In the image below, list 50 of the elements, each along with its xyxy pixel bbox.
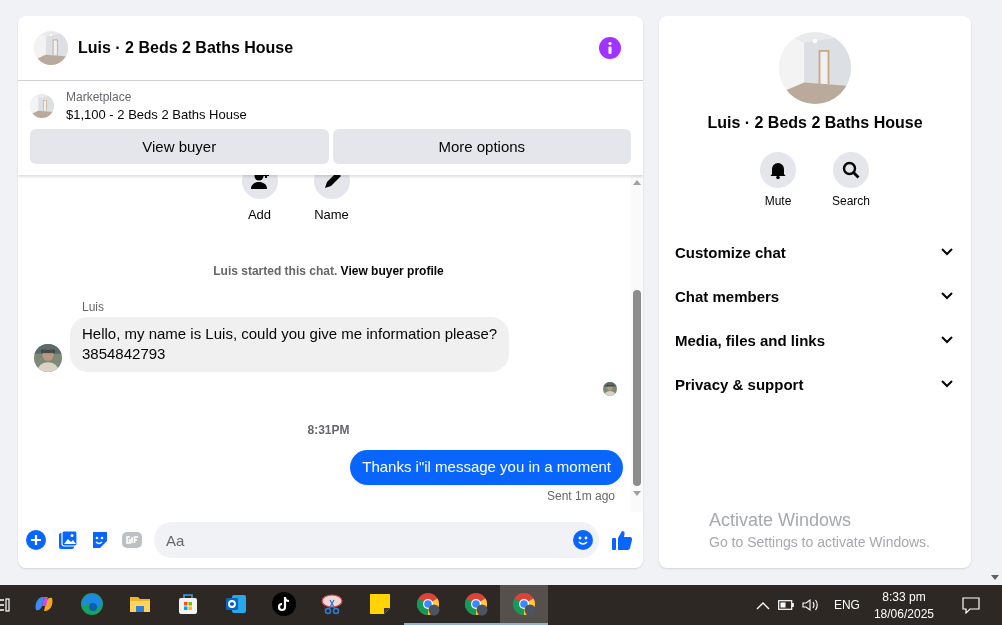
notification-icon[interactable]	[962, 596, 980, 614]
scroll-down-icon[interactable]	[990, 575, 999, 581]
activation-title: Activate Windows	[709, 510, 853, 531]
listing-title: $1,100 - 2 Beds 2 Baths House	[66, 107, 247, 122]
language-indicator[interactable]: ENG	[833, 598, 860, 612]
music-note-icon	[272, 592, 296, 616]
section-header[interactable]: Chat members	[667, 274, 963, 318]
battery-icon[interactable]	[777, 600, 794, 610]
message-status: Sent 1m ago	[546, 489, 615, 503]
speaker-icon[interactable]	[801, 598, 820, 612]
listing-source: Marketplace	[66, 90, 133, 104]
message-bubble: Thanks i"il message you in a moment	[350, 450, 623, 485]
message-input[interactable]: Aa	[154, 522, 599, 558]
photo-icon[interactable]	[58, 530, 78, 550]
chevron-up-icon[interactable]	[755, 600, 770, 610]
clock-date[interactable]: 18/06/2025	[873, 606, 934, 621]
wave-logo-icon	[80, 592, 104, 616]
section-header[interactable]: Media, files and links	[667, 318, 963, 362]
message-time: 8:31PM	[307, 423, 350, 437]
section-header[interactable]: Customize chat	[667, 230, 963, 274]
section-header[interactable]: Privacy & support	[667, 362, 963, 406]
plus-icon[interactable]	[26, 530, 46, 550]
action-label: Search	[832, 194, 870, 208]
info-icon[interactable]	[599, 37, 621, 59]
conversation-title: Luis · 2 Beds 2 Baths House	[707, 114, 923, 132]
activation-message: Go to Settings to activate Windows.	[709, 534, 930, 550]
action-button[interactable]: View buyer	[30, 129, 329, 164]
emoji-icon[interactable]	[573, 530, 593, 550]
chat-title: Luis · 2 Beds 2 Baths House	[78, 39, 295, 57]
sticker-icon[interactable]	[90, 530, 110, 550]
thumbs-up-icon[interactable]	[611, 529, 633, 551]
action-button[interactable]: More options	[332, 129, 631, 164]
shopping-bag-icon	[176, 592, 200, 616]
action-label: Add	[247, 207, 272, 222]
browser-icon	[416, 592, 440, 616]
message-bubble: Hello, my name is Luis, could you give me information please? 3854842793	[70, 317, 510, 372]
task-view-icon[interactable]	[0, 597, 10, 613]
sender-name: Luis	[82, 300, 105, 314]
browser-icon	[464, 592, 488, 616]
search-icon[interactable]	[833, 152, 869, 188]
mail-logo-icon	[224, 592, 248, 616]
action-label: Mute	[764, 194, 792, 208]
buyer-profile-link[interactable]: View buyer profile	[340, 264, 444, 278]
bell-icon[interactable]	[760, 152, 796, 188]
chat-start-note: Luis started this chat. View buyer profile	[212, 264, 445, 278]
browser-icon	[512, 592, 536, 616]
clock-time[interactable]: 8:33 pm	[882, 589, 926, 604]
sticky-note-icon	[368, 592, 392, 616]
scissors-icon	[320, 592, 344, 616]
action-label: Name	[314, 207, 349, 222]
